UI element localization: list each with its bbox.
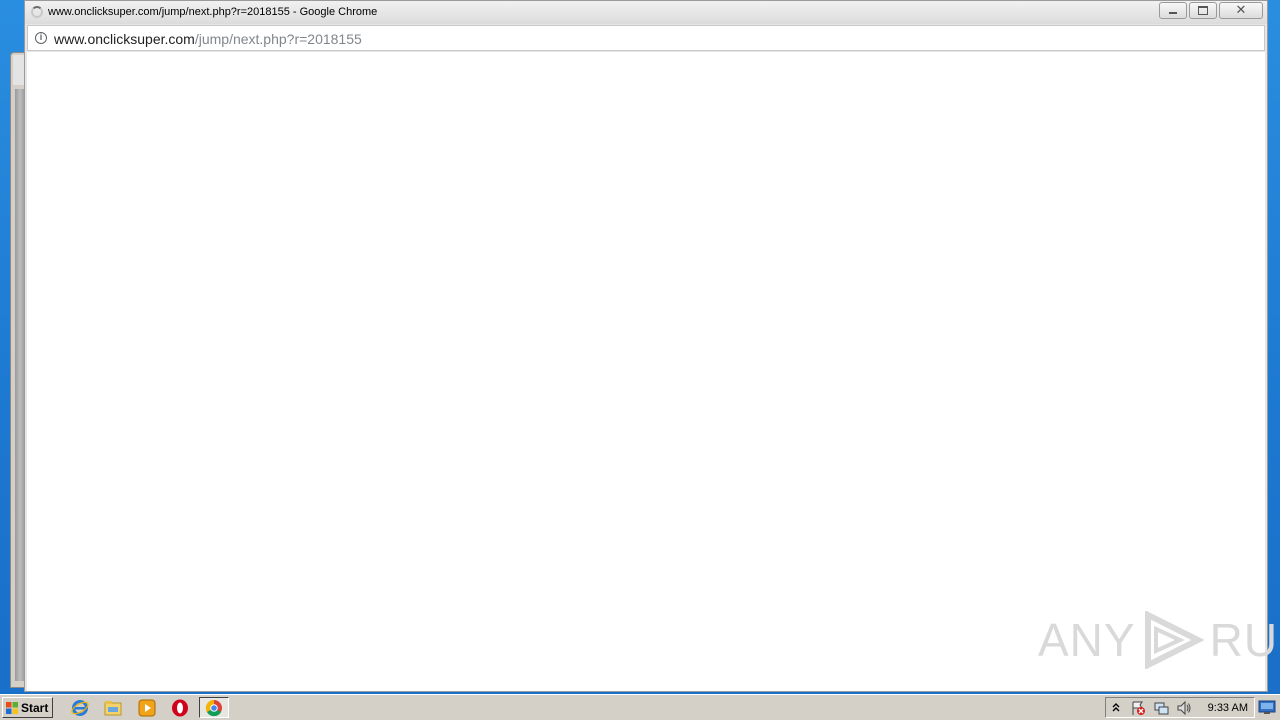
close-icon: ✕ <box>1235 2 1247 17</box>
watermark-text-right: RUN <box>1209 614 1280 666</box>
chrome-popup-window[interactable]: www.onclicksuper.com/jump/next.php?r=201… <box>24 0 1268 692</box>
play-logo-icon <box>1144 611 1204 669</box>
page-content[interactable] <box>27 52 1265 691</box>
show-desktop-icon[interactable] <box>1258 699 1276 715</box>
minimize-icon <box>1169 12 1177 14</box>
restore-icon <box>1198 6 1208 15</box>
window-title: www.onclicksuper.com/jump/next.php?r=201… <box>48 6 378 18</box>
title-bar[interactable]: www.onclicksuper.com/jump/next.php?r=201… <box>25 1 1267 24</box>
start-label: Start <box>21 700 49 715</box>
windows-explorer-icon[interactable] <box>103 698 123 718</box>
chrome-icon <box>205 699 222 717</box>
close-button[interactable]: ✕ <box>1219 2 1263 19</box>
chevron-up-icon[interactable] <box>1111 701 1121 715</box>
taskbar: Start 9:33 AM <box>0 694 1280 720</box>
media-player-icon[interactable] <box>137 698 157 718</box>
internet-explorer-icon[interactable] <box>70 698 90 718</box>
opera-icon[interactable] <box>170 698 190 718</box>
url-text[interactable]: www.onclicksuper.com/jump/next.php?r=201… <box>54 31 362 47</box>
maximize-button[interactable] <box>1189 2 1217 19</box>
watermark-text-left: ANY <box>1038 614 1136 666</box>
network-icon[interactable] <box>1153 700 1169 716</box>
address-bar[interactable]: i www.onclicksuper.com/jump/next.php?r=2… <box>27 25 1265 51</box>
anyrun-watermark: ANY RUN <box>1038 610 1280 670</box>
loading-spinner-icon <box>31 6 43 18</box>
url-path: /jump/next.php?r=2018155 <box>194 31 362 47</box>
url-host: www.onclicksuper.com <box>54 31 195 47</box>
start-button[interactable]: Start <box>2 697 53 718</box>
windows-logo-icon <box>6 701 18 714</box>
chrome-taskbar-button[interactable] <box>199 697 229 718</box>
minimize-button[interactable] <box>1159 2 1187 19</box>
info-icon[interactable]: i <box>35 32 47 44</box>
volume-icon[interactable] <box>1176 700 1192 716</box>
action-center-flag-icon[interactable] <box>1130 700 1146 716</box>
system-tray: 9:33 AM <box>1105 697 1255 718</box>
window-controls: ✕ <box>1159 2 1263 19</box>
clock[interactable]: 9:33 AM <box>1208 702 1248 714</box>
